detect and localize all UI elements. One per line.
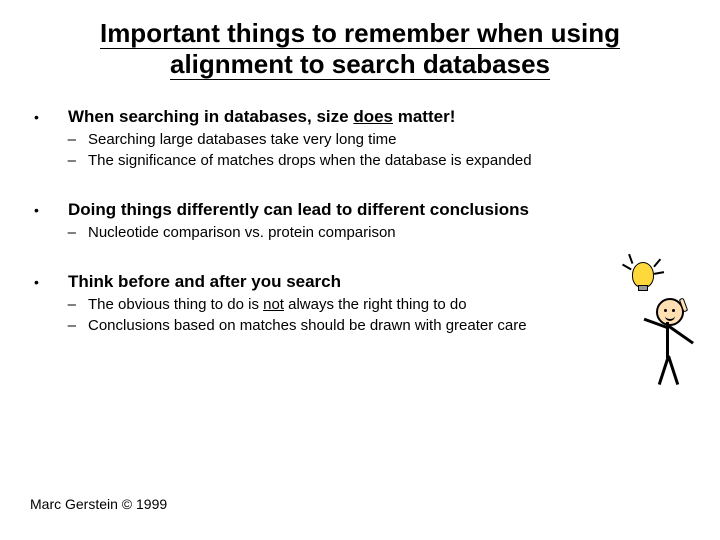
slide-title: Important things to remember when using … [60,18,660,80]
bullet-item: • Doing things differently can lead to d… [30,199,690,243]
dash-marker: – [30,223,88,243]
footer-credit: Marc Gerstein © 1999 [30,496,167,512]
title-line-2: alignment to search databases [170,49,550,80]
sub-text: Conclusions based on matches should be d… [88,316,527,336]
bullet-item: • Think before and after you search – Th… [30,271,690,336]
sub-item: – Conclusions based on matches should be… [30,316,690,336]
sub-list: – Searching large databases take very lo… [30,130,690,171]
title-line-1: Important things to remember when using [100,18,620,49]
bullet-marker: • [30,106,68,128]
idea-person-icon [626,262,706,392]
sub-item: – Searching large databases take very lo… [30,130,690,150]
sub-item: – The obvious thing to do is not always … [30,295,690,315]
sub-text: The obvious thing to do is not always th… [88,295,467,315]
lightbulb-icon [632,262,654,288]
sub-item: – Nucleotide comparison vs. protein comp… [30,223,690,243]
sub-list: – Nucleotide comparison vs. protein comp… [30,223,690,243]
sub-text: Searching large databases take very long… [88,130,397,150]
dash-marker: – [30,130,88,150]
bullet-item: • When searching in databases, size does… [30,106,690,171]
bullet-marker: • [30,271,68,293]
dash-marker: – [30,151,88,171]
sub-item: – The significance of matches drops when… [30,151,690,171]
dash-marker: – [30,295,88,315]
sub-list: – The obvious thing to do is not always … [30,295,690,336]
bullet-list: • When searching in databases, size does… [30,106,690,336]
bullet-text: Doing things differently can lead to dif… [68,199,529,221]
bullet-text: When searching in databases, size does m… [68,106,455,128]
bullet-marker: • [30,199,68,221]
dash-marker: – [30,316,88,336]
bullet-text: Think before and after you search [68,271,341,293]
slide: Important things to remember when using … [0,0,720,540]
sub-text: The significance of matches drops when t… [88,151,532,171]
sub-text: Nucleotide comparison vs. protein compar… [88,223,396,243]
